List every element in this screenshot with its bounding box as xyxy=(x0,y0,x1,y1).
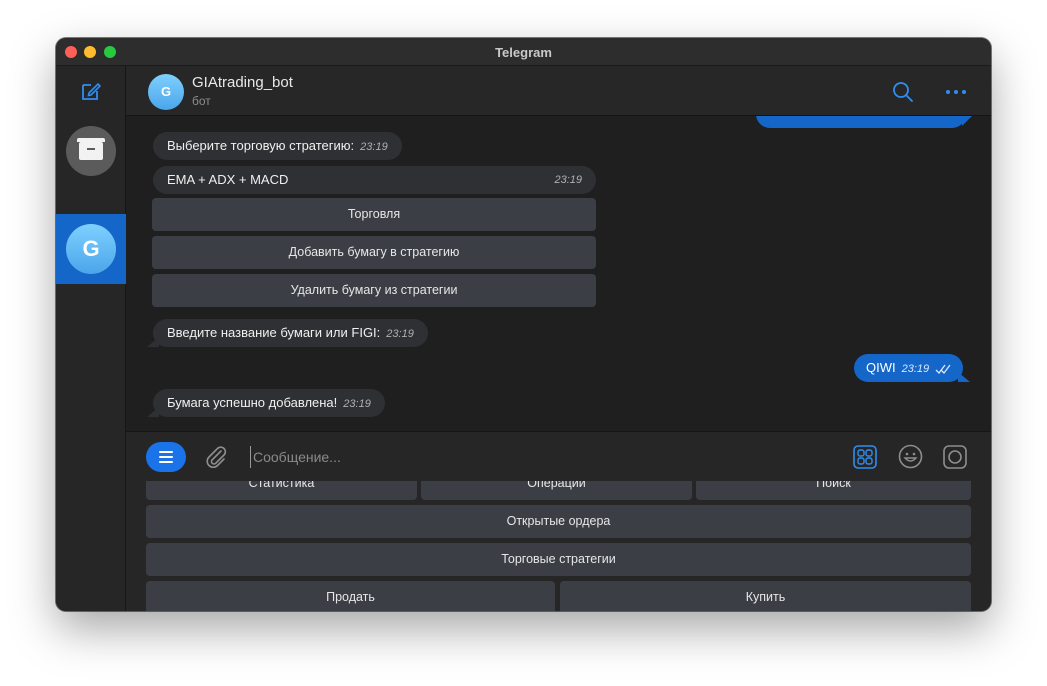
bot-keyboard-icon[interactable] xyxy=(853,445,877,469)
chat-header: G GIAtrading_bot бот xyxy=(126,66,991,116)
outgoing-message: QIWI 23:19 xyxy=(854,354,963,382)
reply-keyboard: Статистика Операции Поиск Открытые ордер… xyxy=(126,481,991,611)
message-input[interactable] xyxy=(250,446,750,468)
message-text: EMA + ADX + MACD xyxy=(167,172,289,187)
message-time: 23:19 xyxy=(360,141,388,153)
message-text: QIWI xyxy=(866,360,896,375)
archive-folder-button[interactable] xyxy=(66,126,116,176)
emoji-icon[interactable] xyxy=(898,444,923,469)
keyboard-button-statistics[interactable]: Статистика xyxy=(146,481,417,500)
outgoing-message-partial xyxy=(756,116,966,128)
window-title: Telegram xyxy=(495,45,552,60)
inline-button-remove-security[interactable]: Удалить бумагу из стратегии xyxy=(152,274,596,307)
inline-button-trading[interactable]: Торговля xyxy=(152,198,596,231)
menu-icon xyxy=(159,451,173,453)
message-composer xyxy=(126,431,991,481)
incoming-message: Бумага успешно добавлена! 23:19 xyxy=(153,389,385,417)
title-bar: Telegram xyxy=(56,38,991,66)
paperclip-icon[interactable] xyxy=(204,444,228,470)
chat-title[interactable]: GIAtrading_bot xyxy=(192,74,293,91)
keyboard-button-trading-strategies[interactable]: Торговые стратегии xyxy=(146,543,971,576)
keyboard-button-buy[interactable]: Купить xyxy=(560,581,971,611)
chat-item-giatrading-bot[interactable]: G xyxy=(56,214,126,284)
message-list: Выберите торговую стратегию: 23:19 EMA + … xyxy=(126,116,991,431)
incoming-message: Введите название бумаги или FIGI: 23:19 xyxy=(153,319,428,347)
more-options-icon[interactable] xyxy=(944,81,968,103)
incoming-message: EMA + ADX + MACD 23:19 xyxy=(153,166,596,194)
chat-avatar: G xyxy=(66,224,116,274)
keyboard-button-open-orders[interactable]: Открытые ордера xyxy=(146,505,971,538)
search-icon[interactable] xyxy=(892,81,914,103)
chat-sidebar: G xyxy=(56,66,126,611)
message-time: 23:19 xyxy=(343,398,371,410)
bot-menu-button[interactable] xyxy=(146,442,186,472)
message-text: Бумага успешно добавлена! xyxy=(167,395,338,410)
message-text: Выберите торговую стратегию: xyxy=(167,138,355,153)
keyboard-button-sell[interactable]: Продать xyxy=(146,581,555,611)
double-check-icon xyxy=(935,364,951,374)
telegram-window: Telegram G G GIAtrading_bot бот Выберите… xyxy=(56,38,991,611)
incoming-message: Выберите торговую стратегию: 23:19 xyxy=(153,132,402,160)
compose-icon[interactable] xyxy=(80,80,102,102)
message-time: 23:19 xyxy=(386,328,414,340)
sticker-icon[interactable] xyxy=(943,445,967,469)
message-time: 23:19 xyxy=(554,174,582,186)
chat-status: бот xyxy=(192,94,211,108)
header-avatar[interactable]: G xyxy=(148,74,184,110)
inline-button-add-security[interactable]: Добавить бумагу в стратегию xyxy=(152,236,596,269)
keyboard-button-operations[interactable]: Операции xyxy=(421,481,692,500)
message-text: Введите название бумаги или FIGI: xyxy=(167,325,381,340)
keyboard-button-search[interactable]: Поиск xyxy=(696,481,971,500)
message-time: 23:19 xyxy=(901,363,930,375)
